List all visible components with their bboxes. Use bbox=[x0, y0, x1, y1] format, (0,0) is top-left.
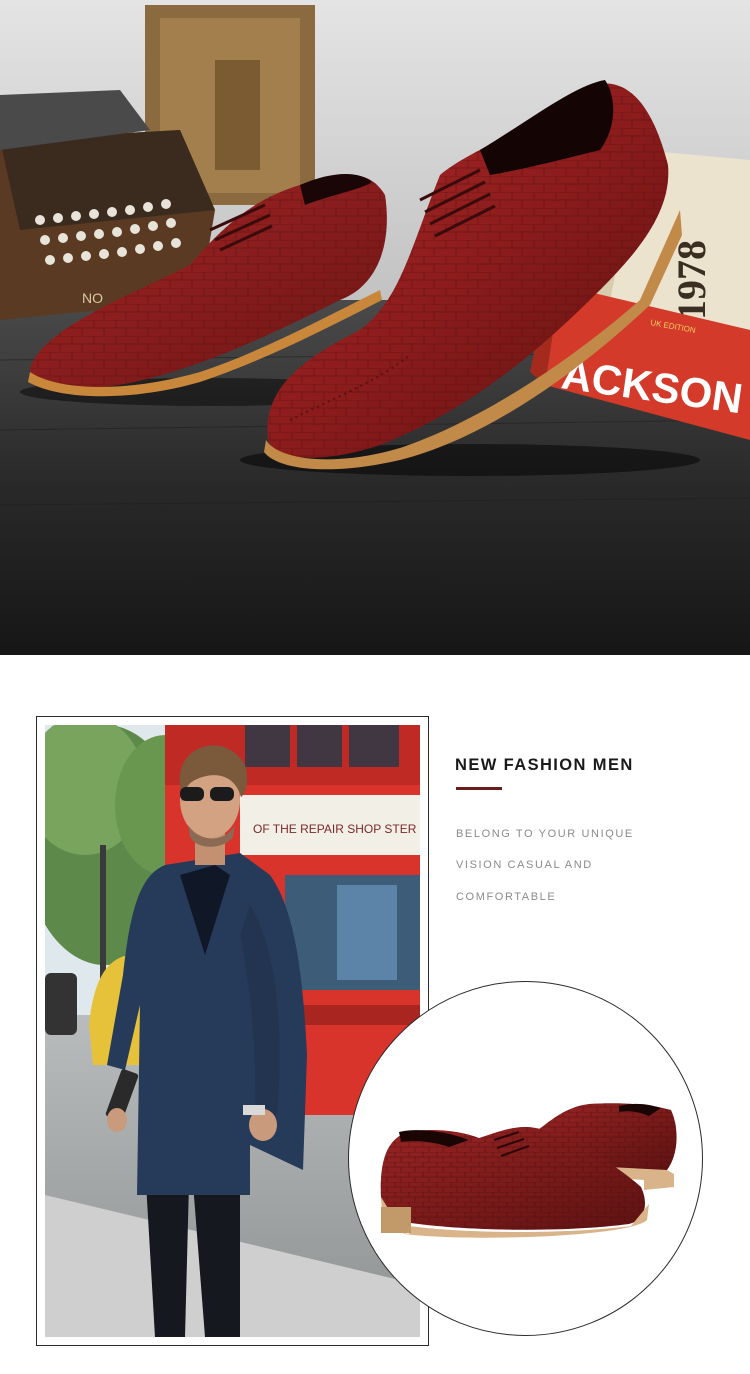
book-year: 1978 bbox=[669, 240, 714, 320]
tagline-line-1: BELONG TO YOUR UNIQUE bbox=[456, 828, 634, 840]
headline-underline bbox=[456, 787, 502, 790]
tagline-line-3: COMFORTABLE bbox=[456, 891, 557, 903]
typewriter-brand: NO bbox=[82, 290, 103, 306]
product-circle-image bbox=[348, 981, 703, 1336]
tagline-line-2: VISION CASUAL AND bbox=[456, 859, 593, 871]
hero-product-photo: NO 1978 ACKSON UK EDITION bbox=[0, 0, 750, 655]
section-headline: NEW FASHION MEN bbox=[455, 756, 634, 774]
bus-advert-text: OF THE REPAIR SHOP STER bbox=[253, 822, 417, 836]
hero-illustration: NO 1978 ACKSON UK EDITION bbox=[0, 0, 750, 655]
product-pair-illustration bbox=[380, 1103, 677, 1238]
